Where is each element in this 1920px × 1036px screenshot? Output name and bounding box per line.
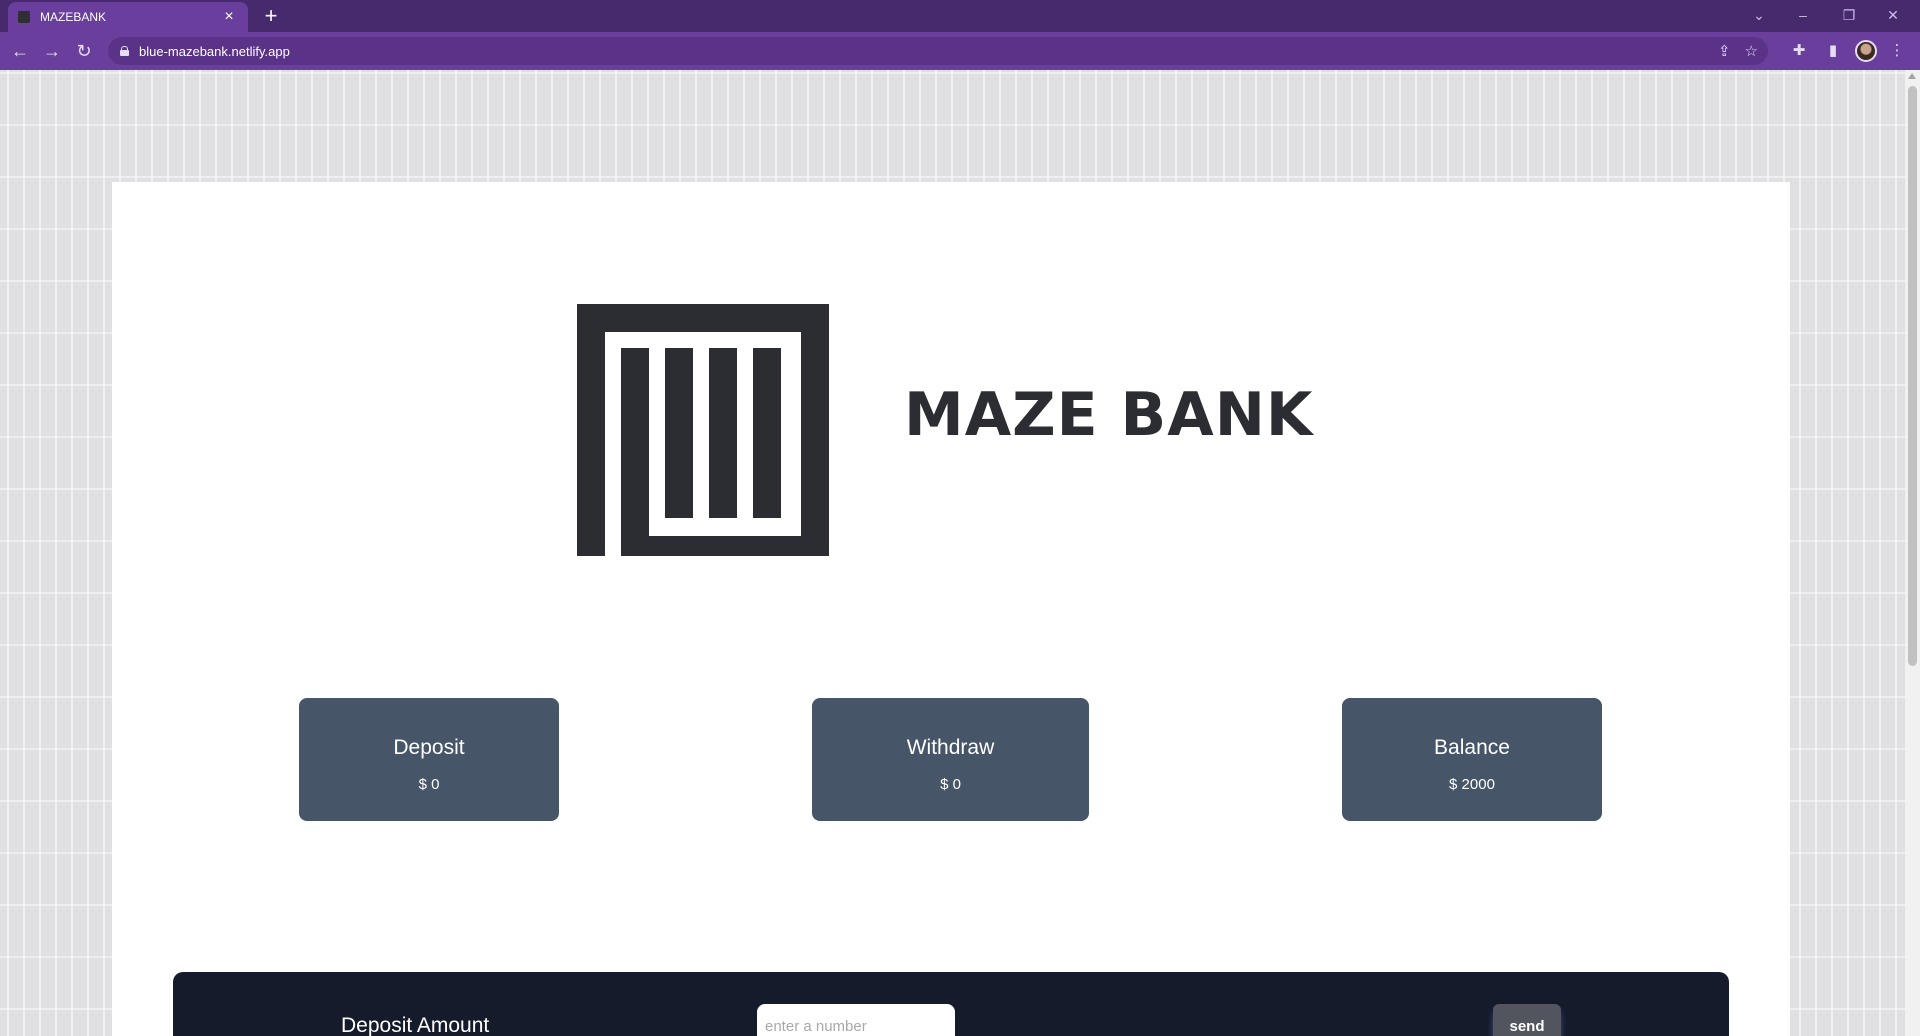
extensions-icon[interactable]: ✚ (1788, 40, 1810, 62)
deposit-form: Deposit Amount send (173, 972, 1729, 1036)
maze-bank-logo (577, 304, 829, 556)
minimize-icon[interactable]: – (1788, 4, 1818, 26)
deposit-amount-input[interactable] (757, 1004, 955, 1036)
browser-toolbar: ← → ↻ blue-mazebank.netlify.app ⇪ ☆ ✚ ▮ … (0, 32, 1920, 70)
menu-icon[interactable]: ⋮ (1886, 40, 1908, 62)
tab-search-icon[interactable]: ⌄ (1744, 4, 1774, 26)
browser-tab[interactable]: MAZEBANK × (8, 2, 248, 32)
withdraw-card: Withdraw $ 0 (812, 698, 1089, 821)
window-close-icon[interactable]: ✕ (1878, 4, 1908, 26)
profile-avatar[interactable] (1855, 40, 1877, 62)
back-icon[interactable]: ← (8, 39, 32, 63)
deposit-card: Deposit $ 0 (299, 698, 559, 821)
main-card: MAZE BANK Deposit $ 0 Withdraw $ 0 Balan… (112, 182, 1790, 1036)
tab-title: MAZEBANK (40, 10, 107, 24)
page-background: MAZE BANK Deposit $ 0 Withdraw $ 0 Balan… (0, 70, 1905, 1036)
withdraw-value: $ 0 (940, 776, 961, 793)
favicon-icon (18, 11, 30, 23)
reload-icon[interactable]: ↻ (72, 39, 96, 63)
bookmark-star-icon[interactable]: ☆ (1745, 42, 1758, 60)
close-icon[interactable]: × (220, 9, 238, 25)
scroll-up-arrow-icon[interactable] (1908, 73, 1916, 79)
browser-tabbar: MAZEBANK × + ⌄ – ❐ ✕ (0, 0, 1920, 32)
restore-icon[interactable]: ❐ (1834, 4, 1864, 26)
deposit-amount-label: Deposit Amount (341, 1014, 490, 1036)
balance-card: Balance $ 2000 (1342, 698, 1602, 821)
deposit-value: $ 0 (418, 776, 440, 793)
new-tab-button[interactable]: + (258, 4, 284, 28)
bank-title: MAZE BANK (904, 380, 1314, 450)
deposit-label: Deposit (393, 736, 465, 759)
send-button[interactable]: send (1493, 1004, 1561, 1036)
scrollbar[interactable] (1905, 70, 1920, 1036)
withdraw-label: Withdraw (906, 736, 995, 759)
side-panel-icon[interactable]: ▮ (1822, 40, 1844, 62)
forward-icon[interactable]: → (40, 39, 64, 63)
balance-label: Balance (1434, 736, 1510, 759)
lock-icon[interactable] (120, 46, 129, 56)
url-text: blue-mazebank.netlify.app (139, 43, 290, 59)
scrollbar-thumb[interactable] (1908, 86, 1917, 666)
share-icon[interactable]: ⇪ (1718, 42, 1731, 60)
balance-value: $ 2000 (1449, 776, 1495, 793)
address-bar[interactable]: blue-mazebank.netlify.app ⇪ ☆ (108, 37, 1768, 65)
